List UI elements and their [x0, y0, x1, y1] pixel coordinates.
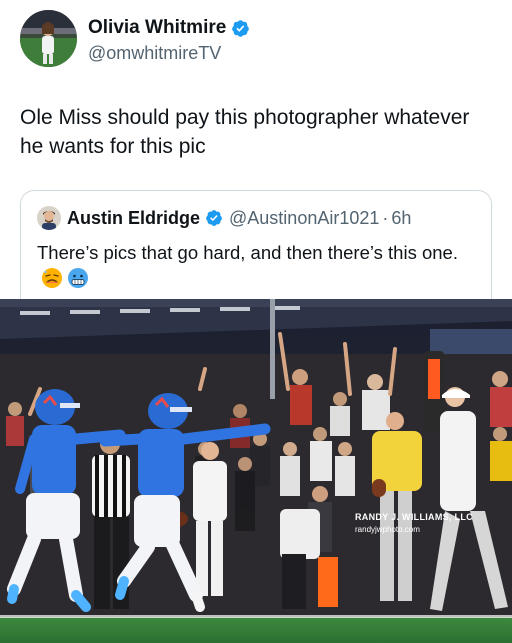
- quoted-author-avatar[interactable]: [37, 206, 61, 230]
- author-name-row: Olivia Whitmire: [88, 17, 250, 39]
- quoted-post-header: Austin Eldridge @AustinonAir1021 · 6h: [37, 206, 411, 230]
- quoted-post-card[interactable]: Austin Eldridge @AustinonAir1021 · 6h Th…: [20, 190, 492, 310]
- hot-face-emoji-icon: [42, 268, 62, 288]
- post-photo[interactable]: RANDY J. WILLIAMS, LLC randyjwphoto.com: [0, 299, 512, 643]
- post-text: Ole Miss should pay this photographer wh…: [20, 106, 470, 158]
- photo-credit-line-1: RANDY J. WILLIAMS, LLC: [355, 512, 473, 522]
- football-celebration-photo: [0, 299, 512, 643]
- quoted-post-time[interactable]: 6h: [391, 208, 411, 229]
- separator-dot: ·: [382, 207, 389, 228]
- cold-face-emoji-icon: [68, 268, 88, 288]
- quoted-author-name[interactable]: Austin Eldridge: [67, 208, 200, 229]
- author-avatar[interactable]: [20, 10, 77, 67]
- verified-badge-icon: [206, 210, 222, 226]
- quoted-post-text: There’s pics that go hard, and then ther…: [37, 240, 467, 292]
- author-name[interactable]: Olivia Whitmire: [88, 17, 226, 39]
- photo-credit: RANDY J. WILLIAMS, LLC randyjwphoto.com: [355, 512, 473, 534]
- quoted-post-body: There’s pics that go hard, and then ther…: [37, 242, 458, 263]
- post-header: Olivia Whitmire @omwhitmireTV: [20, 10, 490, 70]
- author-handle[interactable]: @omwhitmireTV: [88, 43, 221, 64]
- quoted-author-handle[interactable]: @AustinonAir1021: [229, 208, 379, 229]
- photo-credit-line-2: randyjwphoto.com: [355, 525, 420, 534]
- verified-badge-icon: [232, 19, 250, 37]
